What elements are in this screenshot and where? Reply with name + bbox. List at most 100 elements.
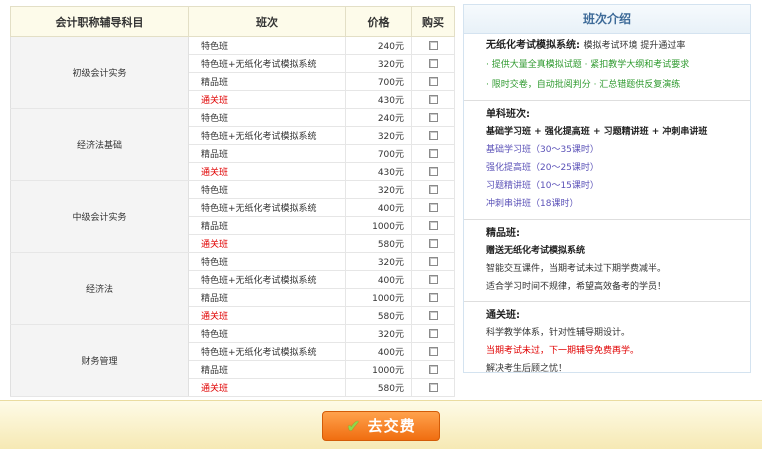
table-row: 初级会计实务 特色班 240元 — [10, 36, 455, 109]
premium-line-2: 智能交互课件，当期考试未过下期学费减半。 — [486, 264, 667, 274]
buy-cell — [411, 216, 455, 235]
class-name-cell: 特色班+无纸化考试模拟系统 — [188, 54, 346, 73]
paperless-heading-text: 无纸化考试模拟系统: — [486, 40, 580, 51]
pay-button[interactable]: ✔ 去交费 — [322, 411, 440, 441]
price-cell: 240元 — [345, 108, 412, 127]
buy-checkbox[interactable] — [428, 238, 438, 248]
buy-checkbox[interactable] — [428, 58, 438, 68]
buy-cell — [411, 198, 455, 217]
price-cell: 400元 — [345, 270, 412, 289]
pass-line-2: 当期考试未过，下一期辅导免费再学。 — [486, 346, 640, 356]
buy-checkbox[interactable] — [428, 256, 438, 266]
price-cell: 320元 — [345, 126, 412, 145]
subject-cell: 初级会计实务 — [10, 36, 189, 109]
table-row: 经济法 特色班 320元 — [10, 252, 455, 325]
buy-cell — [411, 72, 455, 91]
buy-checkbox[interactable] — [428, 184, 438, 194]
subject-cell: 中级会计实务 — [10, 180, 189, 253]
paperless-heading-extra: 模拟考试环境 提升通过率 — [583, 41, 686, 51]
class-name-cell: 特色班+无纸化考试模拟系统 — [188, 342, 346, 361]
buy-checkbox[interactable] — [428, 346, 438, 356]
class-name-cell: 特色班+无纸化考试模拟系统 — [188, 126, 346, 145]
price-cell: 700元 — [345, 144, 412, 163]
buy-checkbox[interactable] — [428, 220, 438, 230]
buy-cell — [411, 324, 455, 343]
buy-cell — [411, 234, 455, 253]
premium-section: 精品班: 赠送无纸化考试模拟系统 智能交互课件，当期考试未过下期学费减半。 适合… — [464, 220, 750, 302]
header-class: 班次 — [188, 6, 346, 37]
buy-checkbox[interactable] — [428, 364, 438, 374]
buy-checkbox[interactable] — [428, 166, 438, 176]
table-body: 初级会计实务 特色班 240元 特色班+无纸化考试模拟系统 320元 精品班 700元 通关班… — [10, 36, 455, 397]
buy-cell — [411, 162, 455, 181]
class-name-cell: 通关班 — [188, 162, 346, 181]
buy-checkbox[interactable] — [428, 328, 438, 338]
price-cell: 320元 — [345, 180, 412, 199]
buy-checkbox[interactable] — [428, 310, 438, 320]
pass-section: 通关班: 科学教学体系，针对性辅导期设计。 当期考试未过，下一期辅导免费再学。 … — [464, 302, 750, 382]
class-name-cell: 特色班+无纸化考试模拟系统 — [188, 198, 346, 217]
price-cell: 700元 — [345, 72, 412, 91]
pay-button-label: 去交费 — [367, 417, 416, 435]
price-cell: 320元 — [345, 324, 412, 343]
buy-cell — [411, 342, 455, 361]
buy-cell — [411, 306, 455, 325]
buy-checkbox[interactable] — [428, 148, 438, 158]
class-name-cell: 特色班 — [188, 324, 346, 343]
buy-checkbox[interactable] — [428, 76, 438, 86]
footer-bar: ✔ 去交费 — [0, 400, 762, 449]
header-price: 价格 — [345, 6, 412, 37]
class-name-cell: 通关班 — [188, 378, 346, 397]
single-item-exercise[interactable]: 习题精讲班（10～15课时） — [486, 177, 750, 195]
class-name-cell: 精品班 — [188, 144, 346, 163]
premium-heading: 精品班: — [486, 228, 520, 239]
buy-checkbox[interactable] — [428, 130, 438, 140]
single-item-basic[interactable]: 基础学习班（30～35课时） — [486, 141, 750, 159]
subject-cell: 经济法 — [10, 252, 189, 325]
buy-cell — [411, 288, 455, 307]
class-name-cell: 精品班 — [188, 360, 346, 379]
class-name-cell: 精品班 — [188, 216, 346, 235]
single-subject-section: 单科班次: 基础学习班 + 强化提高班 + 习题精讲班 + 冲刺串讲班 基础学习… — [464, 101, 750, 220]
price-cell: 430元 — [345, 90, 412, 109]
buy-cell — [411, 360, 455, 379]
class-name-cell: 特色班 — [188, 108, 346, 127]
buy-cell — [411, 108, 455, 127]
class-intro-panel: 班次介绍 无纸化考试模拟系统: 模拟考试环境 提升通过率 · 提供大量全真模拟试… — [463, 4, 751, 374]
price-cell: 1000元 — [345, 288, 412, 307]
class-name-cell: 精品班 — [188, 288, 346, 307]
header-subject: 会计职称辅导科目 — [10, 6, 189, 37]
buy-cell — [411, 90, 455, 109]
price-cell: 240元 — [345, 36, 412, 55]
class-name-cell: 特色班 — [188, 252, 346, 271]
class-name-cell: 通关班 — [188, 90, 346, 109]
buy-cell — [411, 126, 455, 145]
buy-checkbox[interactable] — [428, 274, 438, 284]
price-cell: 400元 — [345, 342, 412, 361]
price-cell: 430元 — [345, 162, 412, 181]
class-name-cell: 特色班 — [188, 36, 346, 55]
buy-checkbox[interactable] — [428, 292, 438, 302]
price-cell: 1000元 — [345, 216, 412, 235]
pass-line-3: 解决考生后顾之忧！ — [486, 364, 568, 374]
pass-heading: 通关班: — [486, 310, 520, 321]
buy-checkbox[interactable] — [428, 382, 438, 392]
price-cell: 580元 — [345, 234, 412, 253]
buy-checkbox[interactable] — [428, 202, 438, 212]
buy-checkbox[interactable] — [428, 94, 438, 104]
subject-cell: 经济法基础 — [10, 108, 189, 181]
single-item-sprint[interactable]: 冲刺串讲班（18课时） — [486, 195, 750, 213]
single-item-advanced[interactable]: 强化提高班（20～25课时） — [486, 159, 750, 177]
intro-title: 班次介绍 — [464, 5, 750, 34]
price-cell: 400元 — [345, 198, 412, 217]
subject-cell: 财务管理 — [10, 324, 189, 397]
buy-cell — [411, 54, 455, 73]
paperless-bullet-2: · 限时交卷，自动批阅判分 · 汇总错题供反复演练 — [486, 80, 681, 90]
buy-cell — [411, 252, 455, 271]
buy-checkbox[interactable] — [428, 40, 438, 50]
single-heading: 单科班次: — [486, 109, 530, 120]
buy-checkbox[interactable] — [428, 112, 438, 122]
buy-cell — [411, 144, 455, 163]
table-row: 财务管理 特色班 320元 — [10, 324, 455, 397]
class-name-cell: 特色班+无纸化考试模拟系统 — [188, 270, 346, 289]
